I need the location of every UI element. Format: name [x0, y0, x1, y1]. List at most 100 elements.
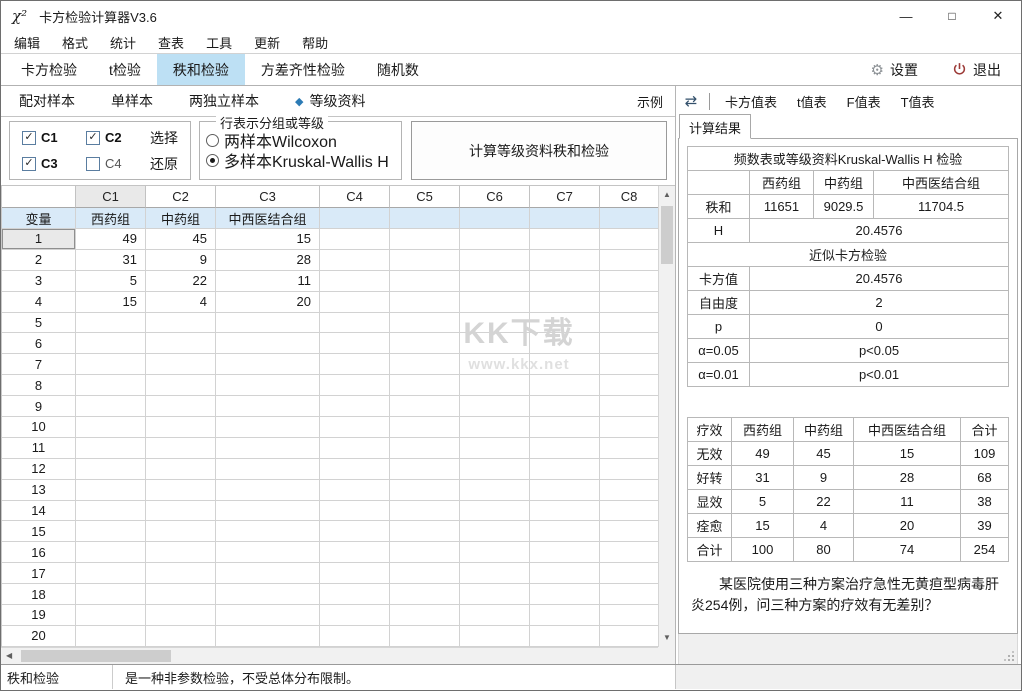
grid-cell[interactable]: [76, 521, 146, 542]
grid-cell[interactable]: [530, 480, 600, 501]
grid-cell[interactable]: [146, 459, 216, 480]
grid-cell[interactable]: [320, 521, 390, 542]
row-header[interactable]: 4: [2, 292, 76, 313]
grid-cell[interactable]: [460, 271, 530, 292]
select-button[interactable]: 选择: [150, 128, 190, 148]
menu-item[interactable]: 更新: [243, 33, 291, 52]
grid-cell[interactable]: 11: [216, 271, 320, 292]
grid-cell[interactable]: [460, 563, 530, 584]
grid-cell[interactable]: [76, 605, 146, 626]
grid-cell[interactable]: [460, 501, 530, 522]
grid-cell[interactable]: [146, 480, 216, 501]
row-header[interactable]: 7: [2, 354, 76, 375]
grid-cell[interactable]: [460, 521, 530, 542]
row-header[interactable]: 18: [2, 584, 76, 605]
grid-cell[interactable]: [600, 208, 658, 229]
grid-cell[interactable]: [216, 333, 320, 354]
grid-cell[interactable]: [320, 438, 390, 459]
radio-option[interactable]: 两样本Wilcoxon: [206, 130, 397, 150]
value-tab[interactable]: 卡方值表: [715, 92, 787, 111]
grid-cell[interactable]: [216, 375, 320, 396]
grid-cell[interactable]: [530, 542, 600, 563]
grid-cell[interactable]: [390, 584, 460, 605]
grid-cell[interactable]: [216, 521, 320, 542]
row-header[interactable]: 6: [2, 333, 76, 354]
grid-cell[interactable]: [216, 542, 320, 563]
grid-cell[interactable]: [216, 354, 320, 375]
grid-cell[interactable]: [460, 396, 530, 417]
grid-cell[interactable]: [600, 459, 658, 480]
grid-cell[interactable]: [600, 584, 658, 605]
main-tab[interactable]: 随机数: [361, 54, 435, 85]
grid-cell[interactable]: [76, 626, 146, 647]
restore-button[interactable]: 还原: [150, 154, 190, 174]
example-link[interactable]: 示例: [637, 92, 663, 111]
column-header[interactable]: C2: [146, 186, 216, 208]
grid-cell[interactable]: [320, 480, 390, 501]
grid-cell[interactable]: [76, 354, 146, 375]
grid-cell[interactable]: [76, 584, 146, 605]
grid-cell[interactable]: [146, 584, 216, 605]
menu-item[interactable]: 帮助: [291, 33, 339, 52]
grid-cell[interactable]: [460, 584, 530, 605]
grid-cell[interactable]: [530, 521, 600, 542]
grid-cell[interactable]: [600, 626, 658, 647]
main-tab[interactable]: 方差齐性检验: [245, 54, 361, 85]
grid-cell[interactable]: [320, 626, 390, 647]
grid-cell[interactable]: [146, 417, 216, 438]
grid-cell[interactable]: [76, 501, 146, 522]
column-header[interactable]: [2, 186, 76, 208]
row-header[interactable]: 3: [2, 271, 76, 292]
grid-cell[interactable]: [216, 480, 320, 501]
checkbox-C1[interactable]: ✓C1: [22, 128, 86, 148]
grid-cell[interactable]: [600, 542, 658, 563]
grid-cell[interactable]: [530, 208, 600, 229]
row-header[interactable]: 20: [2, 626, 76, 647]
grid-cell[interactable]: [76, 480, 146, 501]
grid-cell[interactable]: [600, 501, 658, 522]
sub-tab[interactable]: 两独立样本: [189, 91, 259, 111]
column-header[interactable]: C8: [600, 186, 658, 208]
menu-item[interactable]: 格式: [51, 33, 99, 52]
grid-cell[interactable]: [216, 563, 320, 584]
grid-cell[interactable]: [600, 480, 658, 501]
grid-cell[interactable]: [146, 563, 216, 584]
grid-cell[interactable]: [216, 501, 320, 522]
grid-cell[interactable]: [600, 229, 658, 250]
grid-cell[interactable]: [600, 271, 658, 292]
checkbox-C4[interactable]: C4: [86, 154, 150, 174]
grid-cell[interactable]: [460, 417, 530, 438]
grid-cell[interactable]: 20: [216, 292, 320, 313]
grid-cell[interactable]: [600, 605, 658, 626]
grid-cell[interactable]: [320, 333, 390, 354]
row-header[interactable]: 17: [2, 563, 76, 584]
grid-cell[interactable]: [390, 626, 460, 647]
grid-cell[interactable]: [390, 375, 460, 396]
grid-cell[interactable]: [600, 354, 658, 375]
grid-cell[interactable]: [390, 501, 460, 522]
grid-cell[interactable]: [530, 605, 600, 626]
grid-cell[interactable]: [216, 584, 320, 605]
grid-cell[interactable]: 31: [76, 250, 146, 271]
grid-cell[interactable]: [146, 396, 216, 417]
grid-cell[interactable]: [320, 292, 390, 313]
grid-cell[interactable]: [530, 501, 600, 522]
grid-cell[interactable]: [390, 396, 460, 417]
sub-tab[interactable]: ◆等级资料: [295, 91, 365, 111]
value-tab[interactable]: t值表: [787, 92, 837, 111]
grid-cell[interactable]: [146, 501, 216, 522]
column-header[interactable]: C6: [460, 186, 530, 208]
grid-cell[interactable]: [390, 271, 460, 292]
grid-cell[interactable]: [390, 292, 460, 313]
tab-results[interactable]: 计算结果: [679, 114, 751, 139]
grid-cell[interactable]: [320, 542, 390, 563]
sub-tab[interactable]: 配对样本: [19, 91, 75, 111]
close-icon[interactable]: ✕: [975, 1, 1021, 31]
grid-cell[interactable]: [146, 626, 216, 647]
grid-cell[interactable]: 15: [216, 229, 320, 250]
exit-button[interactable]: 退出: [952, 60, 1001, 80]
grid-cell[interactable]: [76, 542, 146, 563]
grid-cell[interactable]: [460, 438, 530, 459]
grid-cell[interactable]: [460, 542, 530, 563]
grid-cell[interactable]: [530, 396, 600, 417]
